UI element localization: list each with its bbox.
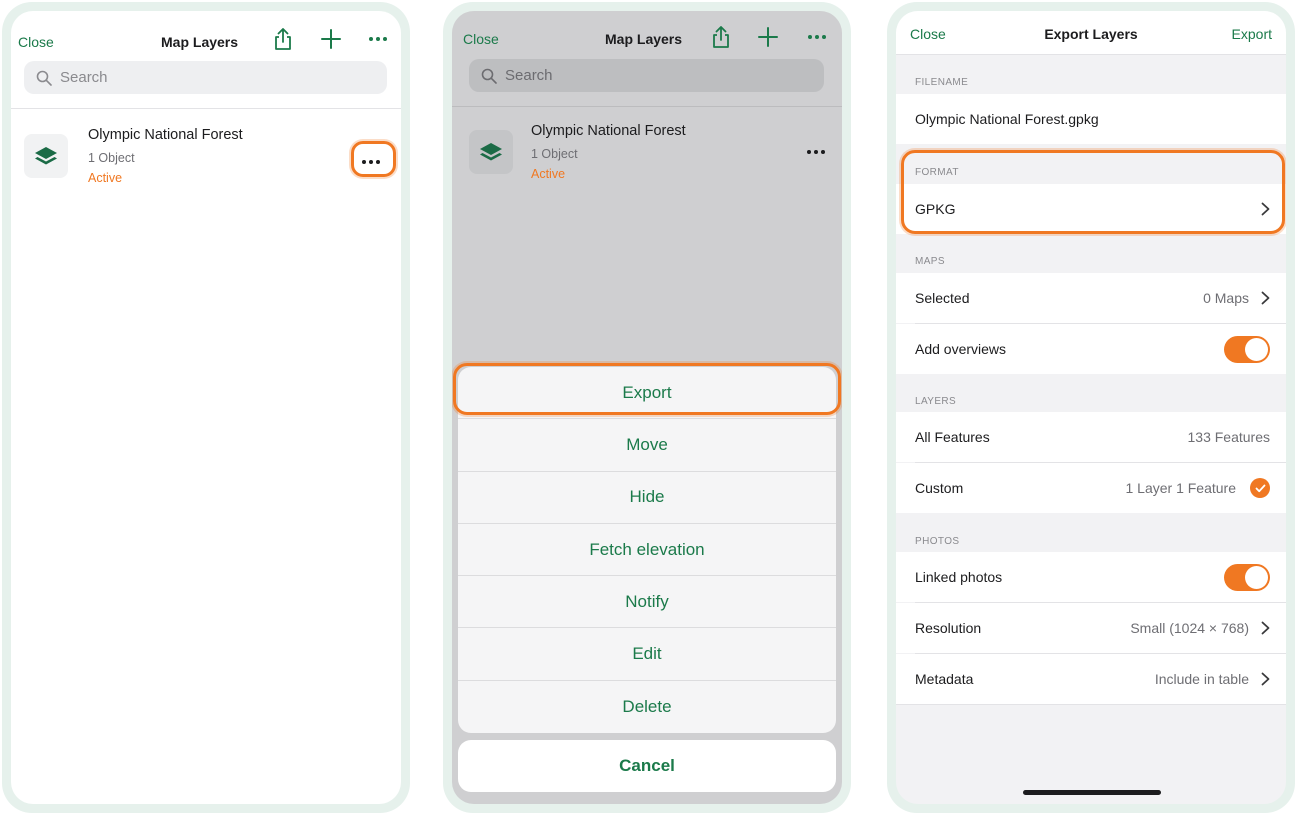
filename-field[interactable]: Olympic National Forest.gpkg (896, 94, 1286, 144)
chevron-right-icon (1261, 291, 1270, 305)
more-options-icon[interactable] (364, 25, 392, 53)
search-input[interactable]: Search (469, 59, 824, 92)
layer-more-button[interactable] (351, 145, 391, 179)
format-row[interactable]: GPKG (896, 184, 1286, 234)
action-delete[interactable]: Delete (458, 681, 836, 733)
chevron-right-icon (1261, 672, 1270, 686)
filename-value: Olympic National Forest.gpkg (915, 111, 1099, 127)
layers-icon (469, 130, 513, 174)
resolution-row[interactable]: Resolution Small (1024 × 768) (896, 603, 1286, 653)
custom-row[interactable]: Custom 1 Layer 1 Feature (896, 463, 1286, 513)
all-features-label: All Features (915, 429, 990, 445)
action-export[interactable]: Export (458, 367, 836, 420)
selected-label: Selected (915, 290, 970, 306)
phone-frame-map-layers: Close Map Layers Search Olympic National… (2, 2, 410, 813)
action-move[interactable]: Move (458, 419, 836, 472)
section-label-format: FORMAT (915, 167, 959, 178)
linked-photos-row: Linked photos (896, 552, 1286, 602)
metadata-row[interactable]: Metadata Include in table (896, 654, 1286, 704)
map-layers-screen: Close Map Layers Search Olympic National… (11, 11, 401, 804)
layers-icon (24, 134, 68, 178)
phone-frame-export-layers: Close Export Layers Export FILENAME Olym… (887, 2, 1295, 813)
layer-name: Olympic National Forest (531, 123, 686, 139)
more-options-icon[interactable] (803, 23, 831, 51)
export-button[interactable]: Export (1232, 26, 1272, 42)
selected-value: 0 Maps (1203, 290, 1249, 306)
search-icon (36, 70, 52, 86)
layer-object-count: 1 Object (531, 147, 578, 161)
cancel-button[interactable]: Cancel (458, 740, 836, 792)
search-placeholder: Search (505, 67, 553, 84)
share-icon[interactable] (269, 25, 297, 53)
layer-object-count: 1 Object (88, 151, 135, 165)
search-icon (481, 68, 497, 84)
page-title: Map Layers (605, 31, 683, 47)
action-sheet: Export Move Hide Fetch elevation Notify … (458, 367, 836, 733)
action-fetch-elevation[interactable]: Fetch elevation (458, 524, 836, 577)
phone-frame-action-sheet: Close Map Layers Search Olympic National… (443, 2, 851, 813)
divider (11, 108, 401, 109)
nav-header: Close Export Layers Export (896, 11, 1286, 55)
format-value: GPKG (915, 201, 956, 217)
close-button[interactable]: Close (463, 31, 499, 47)
all-features-row[interactable]: All Features 133 Features (896, 412, 1286, 462)
layer-more-button[interactable] (796, 135, 836, 169)
custom-value: 1 Layer 1 Feature (1125, 480, 1236, 496)
layer-name: Olympic National Forest (88, 127, 243, 143)
search-input[interactable]: Search (24, 61, 387, 94)
page-title: Map Layers (161, 34, 239, 50)
action-sheet-screen: Close Map Layers Search Olympic National… (452, 11, 842, 804)
page-title: Export Layers (1044, 26, 1138, 42)
section-label-layers: LAYERS (915, 396, 957, 407)
section-label-filename: FILENAME (915, 77, 969, 88)
linked-photos-toggle[interactable] (1224, 563, 1270, 591)
layer-status: Active (531, 167, 566, 181)
add-icon[interactable] (754, 23, 782, 51)
selected-maps-row[interactable]: Selected 0 Maps (896, 273, 1286, 323)
add-overviews-toggle[interactable] (1224, 335, 1270, 363)
chevron-right-icon (1261, 202, 1270, 216)
metadata-label: Metadata (915, 671, 974, 687)
ellipsis-icon (362, 160, 380, 164)
export-layers-screen: Close Export Layers Export FILENAME Olym… (896, 11, 1286, 804)
add-icon[interactable] (317, 25, 345, 53)
action-notify[interactable]: Notify (458, 576, 836, 629)
action-hide[interactable]: Hide (458, 472, 836, 524)
action-edit[interactable]: Edit (458, 628, 836, 681)
resolution-label: Resolution (915, 620, 982, 636)
list-item-layer[interactable]: Olympic National Forest 1 Object Active (11, 123, 401, 193)
divider (896, 704, 1286, 705)
add-overviews-label: Add overviews (915, 341, 1007, 357)
all-features-value: 133 Features (1187, 429, 1271, 445)
home-indicator (1023, 790, 1161, 795)
section-label-photos: PHOTOS (915, 536, 960, 547)
search-placeholder: Search (60, 69, 108, 86)
custom-label: Custom (915, 480, 964, 496)
list-item-layer[interactable]: Olympic National Forest 1 Object Active (452, 119, 842, 189)
chevron-right-icon (1261, 621, 1270, 635)
resolution-value: Small (1024 × 768) (1130, 620, 1249, 636)
layer-status: Active (88, 171, 123, 185)
checkmark-icon (1250, 478, 1270, 498)
ellipsis-icon (807, 150, 825, 154)
linked-photos-label: Linked photos (915, 569, 1003, 585)
divider (452, 106, 842, 107)
section-label-maps: MAPS (915, 256, 945, 267)
share-icon[interactable] (707, 23, 735, 51)
metadata-value: Include in table (1154, 671, 1249, 687)
close-button[interactable]: Close (18, 34, 54, 50)
add-overviews-row: Add overviews (896, 324, 1286, 374)
